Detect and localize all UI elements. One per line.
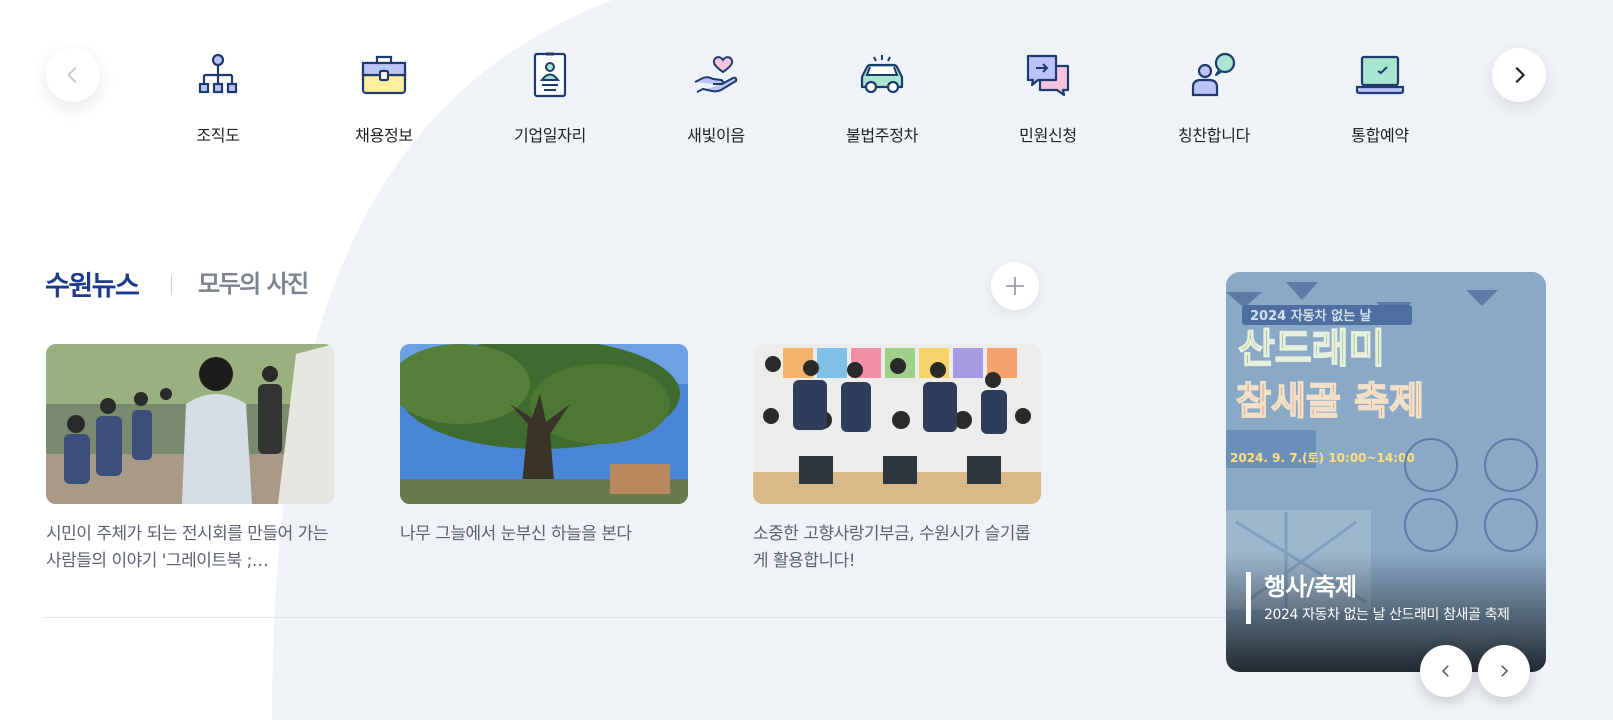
quick-menu-item-org-chart[interactable]: 조직도 — [158, 48, 278, 146]
quick-menu-label: 새빛이음 — [687, 126, 745, 145]
quick-menu-label: 민원신청 — [1019, 126, 1077, 145]
org-chart-icon — [191, 48, 245, 102]
news-card[interactable]: 소중한 고향사랑기부금, 수원시가 슬기롭게 활용합니다! — [753, 344, 1041, 575]
quick-menu-label: 칭찬합니다 — [1177, 126, 1251, 145]
chevron-left-icon — [67, 67, 77, 83]
news-caption[interactable]: 소중한 고향사랑기부금, 수원시가 슬기롭게 활용합니다! — [753, 521, 1041, 575]
chevron-right-icon — [1515, 66, 1526, 84]
quick-menu-next-button[interactable] — [1492, 48, 1546, 102]
news-more-button[interactable] — [991, 262, 1039, 310]
news-thumbnail[interactable] — [400, 344, 688, 504]
section-divider — [45, 617, 1245, 618]
quick-menu-item-recruit[interactable]: 채용정보 — [324, 48, 444, 146]
quick-menu-label: 기업일자리 — [513, 126, 587, 145]
banner-description: 2024 자동차 없는 날 산드래미 참새골 축제 — [1264, 607, 1510, 623]
briefcase-icon — [357, 48, 411, 102]
quick-menu-label: 채용정보 — [355, 126, 413, 145]
chevron-right-icon — [1501, 665, 1509, 677]
quick-menu-item-reservation[interactable]: 통합예약 — [1320, 48, 1440, 146]
news-thumbnail[interactable] — [753, 344, 1041, 504]
news-card[interactable]: 시민이 주체가 되는 전시회를 만들어 가는 사람들의 이야기 '그레이트북 ;… — [46, 344, 334, 575]
id-badge-icon — [523, 48, 577, 102]
car-icon — [855, 48, 909, 102]
event-banner[interactable]: 2024 자동차 없는 날 산드래미 참새골 축제 2024. 9. 7.(토)… — [1226, 272, 1546, 672]
quick-menu-item-civil[interactable]: 민원신청 — [988, 48, 1108, 146]
chat-bubbles-icon — [1021, 48, 1075, 102]
news-caption[interactable]: 시민이 주체가 되는 전시회를 만들어 가는 사람들의 이야기 '그레이트북 ;… — [46, 521, 334, 575]
plus-icon — [1006, 277, 1024, 295]
poster-subtitle: 2024 자동차 없는 날 — [1250, 308, 1372, 324]
quick-menu-item-jobs[interactable]: 기업일자리 — [490, 48, 610, 146]
tab-divider — [171, 275, 172, 295]
news-card[interactable]: 나무 그늘에서 눈부신 하늘을 본다 — [400, 344, 688, 548]
news-caption[interactable]: 나무 그늘에서 눈부신 하늘을 본다 — [400, 521, 688, 548]
news-thumbnail[interactable] — [46, 344, 334, 504]
quick-menu-item-praise[interactable]: 칭찬합니다 — [1154, 48, 1274, 146]
poster-date: 2024. 9. 7.(토) 10:00~14:00 — [1230, 451, 1415, 465]
banner-category: 행사/축제 — [1264, 573, 1357, 601]
laptop-icon — [1353, 48, 1407, 102]
quick-menu-label: 불법주정차 — [845, 126, 919, 145]
tab-suwon-news[interactable]: 수원뉴스 — [45, 264, 140, 303]
quick-menu-item-parking[interactable]: 불법주정차 — [822, 48, 942, 146]
quick-menu-label: 통합예약 — [1351, 126, 1409, 145]
quick-menu-prev-button[interactable] — [46, 48, 100, 102]
quick-menu-label: 조직도 — [196, 126, 240, 145]
quick-menu-item-saebit[interactable]: 새빛이음 — [656, 48, 776, 146]
poster-title-2: 참새골 축제 — [1236, 379, 1424, 423]
poster-title-1: 산드래미 — [1238, 326, 1385, 372]
chevron-left-icon — [1441, 665, 1449, 677]
person-speech-icon — [1187, 48, 1241, 102]
banner-next-button[interactable] — [1478, 645, 1530, 697]
tab-everyones-photos[interactable]: 모두의 사진 — [198, 264, 309, 299]
banner-prev-button[interactable] — [1420, 645, 1472, 697]
banner-text-block: 행사/축제 2024 자동차 없는 날 산드래미 참새골 축제 — [1246, 572, 1528, 624]
heart-hand-icon — [689, 48, 743, 102]
